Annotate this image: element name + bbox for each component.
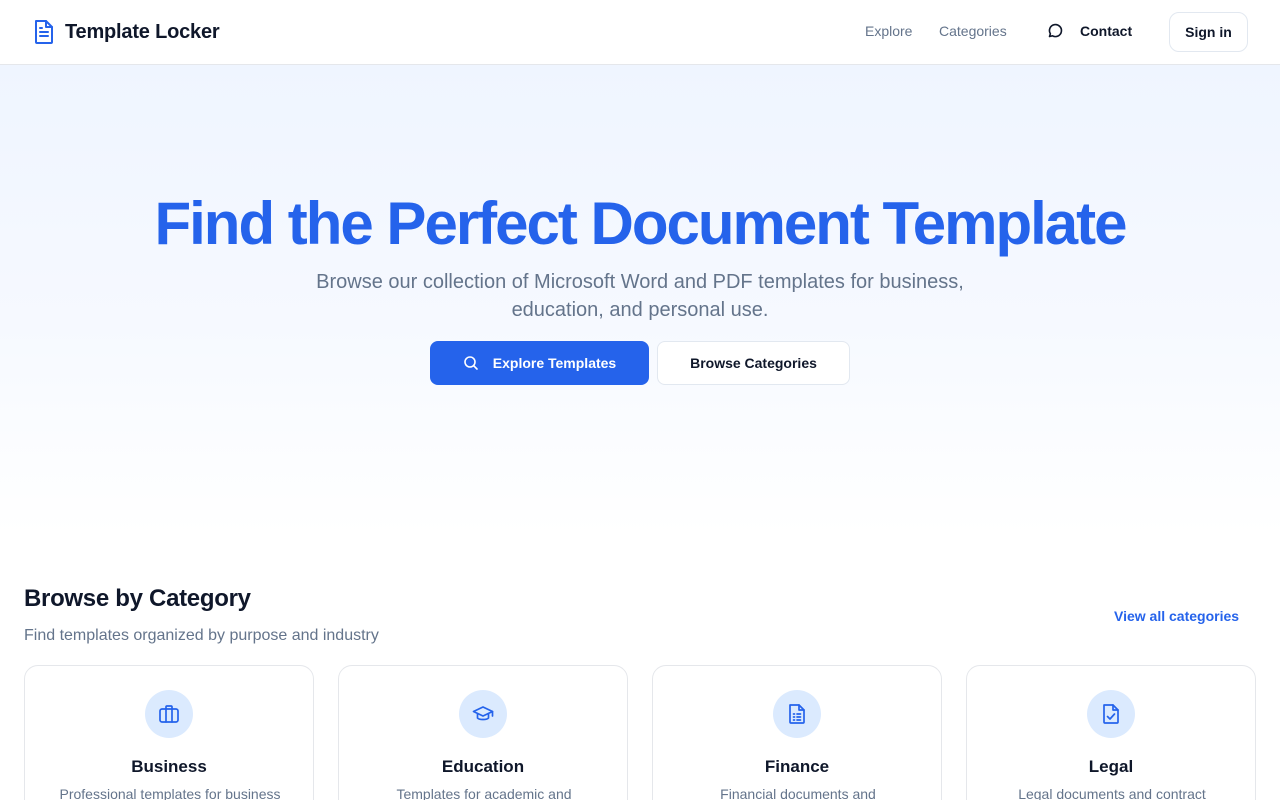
explore-templates-button[interactable]: Explore Templates bbox=[430, 341, 649, 385]
sign-in-button[interactable]: Sign in bbox=[1169, 12, 1248, 52]
search-icon bbox=[463, 356, 478, 370]
chat-bubble-icon bbox=[1048, 23, 1063, 38]
category-description: Templates for academic and bbox=[396, 786, 572, 800]
category-description: Professional templates for business bbox=[59, 786, 281, 800]
categories-subtitle: Find templates organized by purpose and … bbox=[24, 627, 379, 644]
nav-categories[interactable]: Categories bbox=[939, 23, 1007, 39]
hero-subtitle: Browse our collection of Microsoft Word … bbox=[316, 271, 964, 321]
category-card-education[interactable]: Education Templates for academic and bbox=[338, 665, 628, 800]
site-header: Template Locker Explore Categories Conta… bbox=[0, 0, 1280, 65]
category-description: Legal documents and contract bbox=[1018, 786, 1206, 800]
hero-section: Find the Perfect Document Template Brows… bbox=[0, 65, 1280, 535]
category-icon-badge bbox=[1087, 690, 1135, 738]
category-description: Financial documents and bbox=[720, 786, 876, 800]
nav-explore[interactable]: Explore bbox=[865, 23, 912, 39]
category-title: Business bbox=[131, 757, 207, 776]
category-card-legal[interactable]: Legal Legal documents and contract bbox=[966, 665, 1256, 800]
hero-title: Find the Perfect Document Template bbox=[154, 190, 1127, 257]
browse-categories-button[interactable]: Browse Categories bbox=[657, 341, 850, 385]
graduation-cap-icon bbox=[472, 706, 494, 721]
categories-title: Browse by Category bbox=[24, 585, 251, 612]
nav-contact-label: Contact bbox=[1080, 23, 1133, 39]
category-title: Education bbox=[441, 757, 525, 776]
view-all-categories-link[interactable]: View all categories bbox=[1114, 608, 1239, 624]
nav-contact[interactable]: Contact bbox=[1046, 22, 1132, 40]
document-icon bbox=[35, 20, 53, 44]
brand-logo[interactable]: Template Locker bbox=[33, 19, 220, 45]
brand-name: Template Locker bbox=[65, 20, 220, 43]
category-icon-badge bbox=[773, 690, 821, 738]
explore-templates-label: Explore Templates bbox=[492, 355, 617, 371]
category-card-business[interactable]: Business Professional templates for busi… bbox=[24, 665, 314, 800]
category-title: Finance bbox=[764, 757, 830, 776]
briefcase-icon bbox=[159, 705, 179, 723]
spreadsheet-document-icon bbox=[789, 704, 805, 724]
checked-document-icon bbox=[1103, 704, 1119, 724]
category-icon-badge bbox=[145, 690, 193, 738]
category-title: Legal bbox=[1088, 757, 1134, 776]
category-card-finance[interactable]: Finance Financial documents and bbox=[652, 665, 942, 800]
category-icon-badge bbox=[459, 690, 507, 738]
